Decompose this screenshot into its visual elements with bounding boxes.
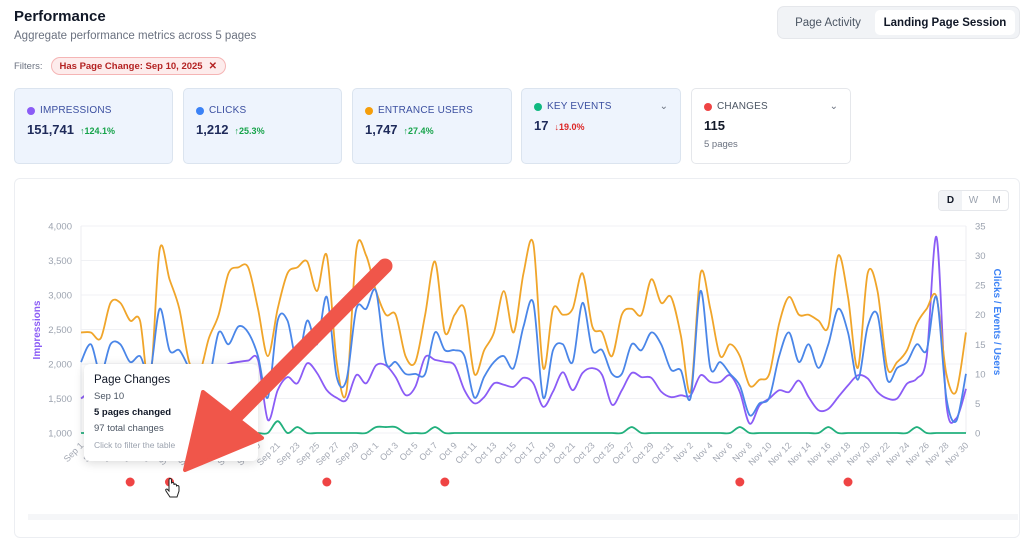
x-tick-label: Sep 1 — [62, 440, 86, 464]
y-left-tick: 3,000 — [48, 291, 72, 302]
x-tick-label: Nov 4 — [691, 440, 715, 464]
x-tick-label: Oct 7 — [417, 440, 439, 462]
change-marker — [125, 477, 135, 487]
x-tick-label: Nov 6 — [711, 440, 735, 464]
page-changes-tooltip[interactable]: Page Changes Sep 10 5 pages changed 97 t… — [84, 364, 258, 461]
change-marker — [322, 477, 332, 487]
x-tick-label: Nov 2 — [671, 440, 695, 464]
y-left-tick: 2,000 — [48, 360, 72, 371]
tooltip-title: Page Changes — [94, 374, 171, 386]
y-right-tick: 25 — [975, 281, 986, 292]
change-marker — [440, 477, 450, 487]
table-section-edge — [28, 514, 1018, 520]
y-right-axis-title: Clicks / Events / Users — [991, 269, 1002, 376]
y-right-tick: 35 — [975, 222, 986, 233]
y-right-tick: 5 — [975, 399, 980, 410]
change-marker — [735, 477, 745, 487]
x-tick-label: Oct 31 — [650, 440, 676, 466]
y-left-tick: 3,500 — [48, 256, 72, 267]
change-marker — [843, 477, 853, 487]
y-right-tick: 30 — [975, 251, 986, 262]
y-left-tick: 1,500 — [48, 394, 72, 405]
tooltip-total-changes: 97 total changes — [94, 423, 164, 434]
x-tick-label: Oct 5 — [397, 440, 419, 462]
x-tick-label: Oct 3 — [378, 440, 400, 462]
change-marker — [165, 477, 174, 487]
y-right-tick: 20 — [975, 310, 986, 321]
tooltip-hint: Click to filter the table — [94, 440, 176, 450]
tooltip-date: Sep 10 — [94, 391, 125, 402]
y-left-tick: 4,000 — [48, 222, 72, 233]
y-left-tick: 2,500 — [48, 325, 72, 336]
y-right-tick: 15 — [975, 340, 986, 351]
tooltip-pages-changed: 5 pages changed — [94, 407, 172, 418]
y-left-tick: 1,000 — [48, 429, 72, 440]
y-left-axis-title: Impressions — [32, 300, 43, 359]
x-tick-label: Oct 1 — [358, 440, 380, 462]
y-right-tick: 10 — [975, 369, 986, 380]
y-right-tick: 0 — [975, 429, 980, 440]
